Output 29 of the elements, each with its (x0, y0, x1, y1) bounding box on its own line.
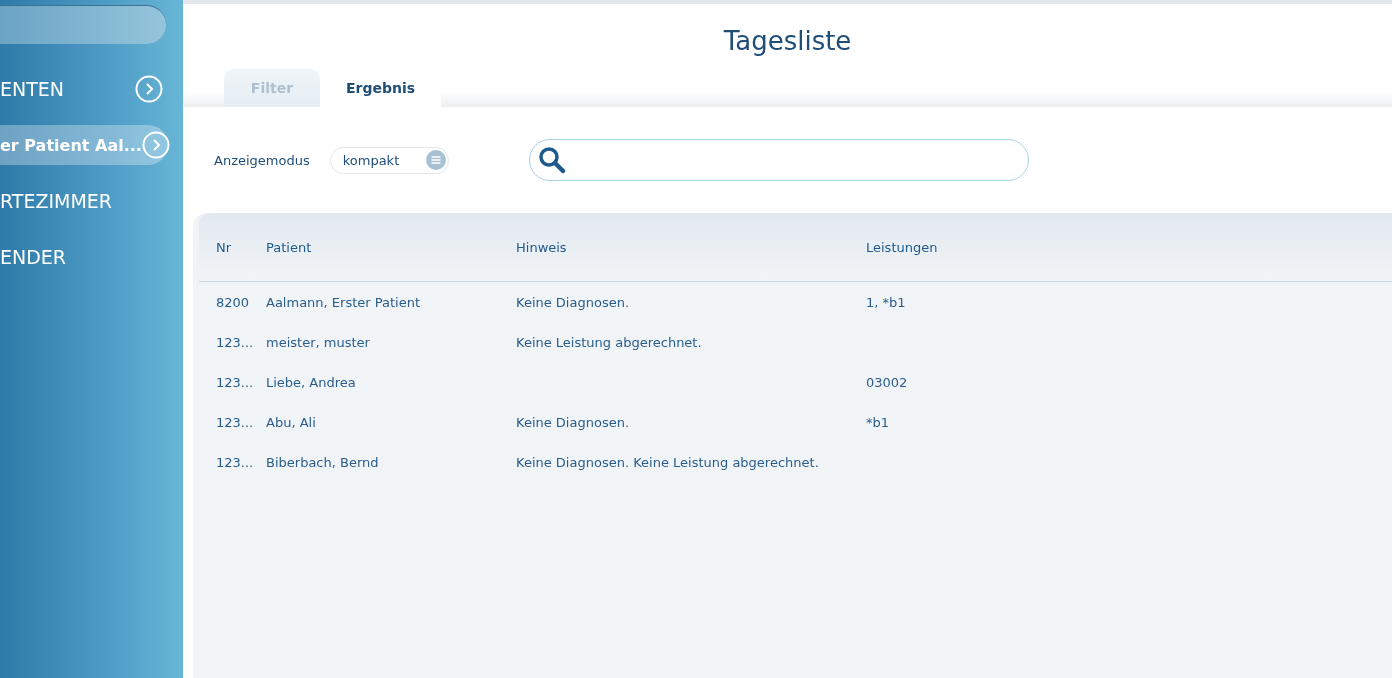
table-cell-text: Biberbach, Bernd (266, 454, 380, 470)
menu-icon (425, 150, 446, 170)
table-cell-text: Keine Leistung abgerechnet. (516, 334, 703, 350)
column-header[interactable]: Hinweis (516, 239, 866, 255)
table-cell-text: meister, muster (266, 334, 371, 350)
table-cell-text: Keine Diagnosen. Keine Leistung abgerechnet. (516, 454, 820, 470)
table-cell-text: Abu, Ali (266, 414, 317, 430)
table-cell-text: 123... (215, 454, 255, 470)
table-cell-text: 8200 (215, 294, 251, 310)
table-cell-text: Keine Diagnosen. (516, 414, 631, 430)
table-cell-text: 123... (215, 414, 255, 430)
table-cell-text: Liebe, Andrea (266, 374, 357, 390)
table-cell-text: Aalmann, Erster Patient (266, 294, 421, 310)
table-cell: 1, *b1 (866, 294, 906, 310)
sidebar-item[interactable]: RTEZIMMER (0, 181, 168, 221)
column-header[interactable]: Nr (199, 239, 266, 255)
table-cell-text: 123... (215, 374, 255, 390)
table-cell: 03002 (866, 374, 908, 390)
column-header[interactable]: Patient (266, 239, 516, 255)
sidebar-item[interactable]: ENTEN (0, 69, 168, 109)
search-icon (537, 146, 566, 174)
page-title: Tagesliste (723, 26, 852, 58)
table-cell: *b1 (866, 414, 890, 430)
table-cell-text: Keine Diagnosen. (516, 294, 631, 310)
column-header[interactable]: Leistungen (866, 239, 938, 255)
sidebar-item[interactable]: ENDER (0, 237, 168, 277)
table-cell-text: 123... (215, 334, 255, 350)
sidebar-search-bar[interactable] (0, 5, 166, 44)
display-mode-label: Anzeigemodus (214, 152, 310, 168)
